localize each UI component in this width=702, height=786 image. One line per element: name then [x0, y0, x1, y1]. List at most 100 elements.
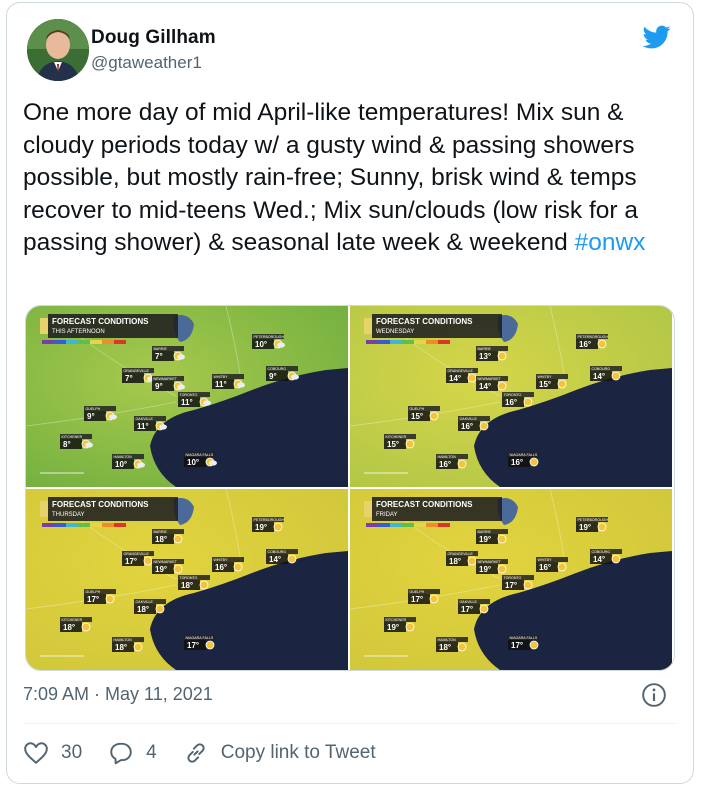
city-name: NEWMARKET	[478, 377, 502, 381]
city-name: TORONTO	[180, 576, 198, 580]
city-temp: 16°	[215, 563, 227, 572]
city-temp: 11°	[137, 422, 149, 431]
temp-scale-swatch	[378, 523, 390, 527]
city-name: COBOURG	[268, 367, 287, 371]
city-forecast: BARRIE18°	[152, 529, 184, 544]
weather-icon	[523, 580, 533, 590]
like-button[interactable]: 30	[23, 740, 82, 766]
reply-count: 4	[146, 742, 157, 763]
city-forecast: KITCHENER15°	[384, 434, 416, 449]
city-forecast: GUELPH9°	[84, 406, 117, 421]
city-forecast: TORONTO17°	[502, 575, 534, 590]
city-forecast: TORONTO16°	[502, 392, 534, 407]
heart-icon	[24, 742, 48, 764]
city-name: OAKVILLE	[136, 600, 154, 604]
city-name: GUELPH	[86, 407, 101, 411]
weather-icon	[597, 522, 607, 532]
copy-link-button[interactable]: Copy link to Tweet	[183, 740, 376, 766]
author-handle[interactable]: @gtaweather1	[91, 53, 202, 73]
info-icon[interactable]	[641, 682, 667, 708]
city-forecast: NIAGARA FALLS16°	[508, 452, 540, 467]
weather-icon	[497, 534, 507, 544]
weather-icon	[233, 562, 243, 572]
city-name: NEWMARKET	[154, 560, 178, 564]
city-forecast: COBOURG9°	[266, 366, 299, 381]
city-forecast: GUELPH15°	[408, 406, 440, 421]
city-name: GUELPH	[86, 590, 101, 594]
weather-icon	[529, 640, 539, 650]
tweet-text: One more day of mid April-like temperatu…	[23, 97, 683, 260]
temp-scale-swatch	[402, 523, 414, 527]
city-name: TORONTO	[504, 576, 522, 580]
temp-scale-swatch	[114, 340, 126, 344]
network-logo	[40, 501, 48, 517]
city-temp: 18°	[439, 643, 451, 652]
twitter-bird-icon[interactable]	[641, 23, 673, 51]
weather-icon	[205, 640, 215, 650]
weather-icon	[497, 564, 507, 574]
weather-icon	[457, 459, 467, 469]
city-name: KITCHENER	[62, 618, 83, 622]
hashtag-link[interactable]: #onwx	[575, 229, 646, 256]
city-forecast: KITCHENER8°	[60, 434, 93, 449]
city-temp: 19°	[387, 623, 399, 632]
forecast-map-thursday[interactable]: FORECAST CONDITIONS THURSDAY PETERBOROUGH 1…	[26, 489, 348, 670]
city-name: GUELPH	[410, 407, 425, 411]
tweet-body: One more day of mid April-like temperatu…	[23, 99, 638, 256]
city-name: NIAGARA FALLS	[186, 453, 214, 457]
temp-scale-swatch	[438, 340, 450, 344]
network-logo	[40, 318, 48, 334]
city-name: ORANGEVILLE	[448, 552, 474, 556]
temp-scale-swatch	[66, 523, 78, 527]
city-name: OAKVILLE	[460, 600, 478, 604]
cloud-icon	[237, 382, 245, 388]
network-watermark	[364, 655, 408, 657]
city-temp: 9°	[87, 412, 95, 421]
city-forecast: TORONTO11°	[178, 392, 211, 407]
weather-icon	[429, 594, 439, 604]
tweet-card: Doug Gillham @gtaweather1 One more day o…	[6, 2, 694, 784]
weather-icon	[497, 351, 507, 361]
forecast-map-wednesday[interactable]: FORECAST CONDITIONS WEDNESDAY PETERBOROUGH…	[350, 306, 672, 487]
city-name: BARRIE	[154, 530, 168, 534]
author-avatar[interactable]	[27, 19, 89, 81]
city-forecast: HAMILTON18°	[436, 637, 468, 652]
city-temp: 17°	[511, 641, 523, 650]
reply-button[interactable]: 4	[108, 740, 157, 766]
divider	[23, 723, 677, 724]
city-temp: 14°	[479, 382, 491, 391]
city-forecast: NEWMARKET9°	[152, 376, 185, 391]
city-temp: 16°	[505, 398, 517, 407]
city-forecast: BARRIE19°	[476, 529, 508, 544]
city-name: ORANGEVILLE	[448, 369, 474, 373]
city-temp: 14°	[449, 374, 461, 383]
forecast-map-friday[interactable]: FORECAST CONDITIONS FRIDAY PETERBOROUGH 19°…	[350, 489, 672, 670]
city-temp: 18°	[137, 605, 149, 614]
city-temp: 19°	[155, 565, 167, 574]
weather-icon	[287, 554, 297, 564]
city-forecast: BARRIE7°	[152, 346, 185, 361]
temp-scale-swatch	[54, 340, 66, 344]
temp-scale-swatch	[90, 340, 102, 344]
city-forecast: NEWMARKET19°	[152, 559, 184, 574]
tweet-media-grid[interactable]: FORECAST CONDITIONS THIS AFTERNOON PETERBO…	[25, 305, 675, 671]
cloud-icon	[209, 460, 217, 466]
weather-icon	[611, 554, 621, 564]
forecast-period: FRIDAY	[376, 512, 398, 518]
forecast-map-this-afternoon[interactable]: FORECAST CONDITIONS THIS AFTERNOON PETERBO…	[26, 306, 348, 487]
tweet-timestamp[interactable]: 7:09 AM · May 11, 2021	[23, 684, 213, 705]
network-watermark	[364, 472, 408, 474]
temp-scale-swatch	[102, 340, 114, 344]
like-count: 30	[61, 742, 83, 763]
author-name[interactable]: Doug Gillham	[91, 27, 216, 49]
temp-scale-swatch	[78, 523, 90, 527]
city-forecast: OAKVILLE11°	[134, 416, 167, 431]
city-name: TORONTO	[504, 393, 522, 397]
cloud-icon	[85, 442, 93, 448]
temp-scale-swatch	[414, 340, 426, 344]
city-name: NIAGARA FALLS	[186, 636, 214, 640]
city-forecast: WHITBY16°	[536, 557, 568, 572]
temp-scale-swatch	[42, 340, 54, 344]
city-name: WHITBY	[538, 375, 553, 379]
weather-icon	[497, 381, 507, 391]
